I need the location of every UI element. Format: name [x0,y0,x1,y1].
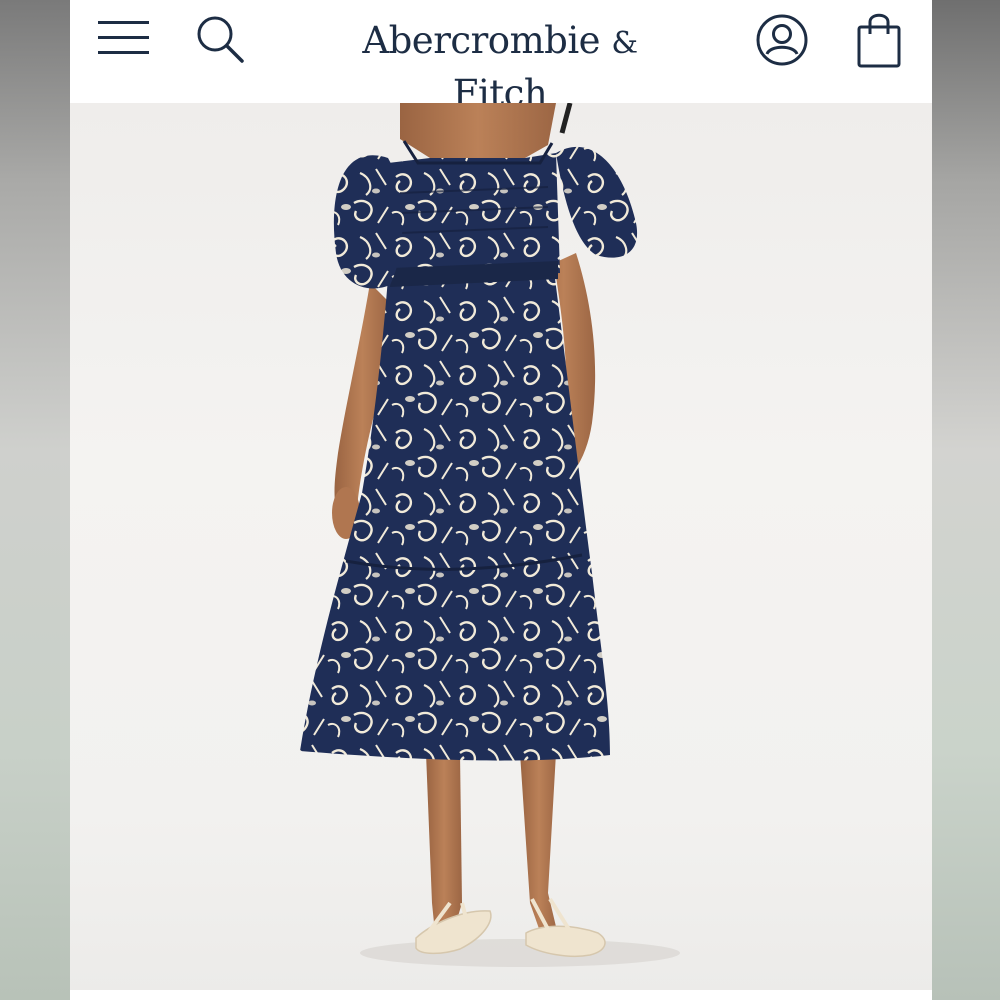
brand-logo[interactable]: Abercrombie & Fitch [310,16,690,115]
bottom-strip [70,990,932,1000]
shopping-bag-icon[interactable] [854,10,904,70]
brand-name: Abercrombie [362,19,601,62]
account-icon[interactable] [754,12,810,68]
product-image[interactable] [70,102,932,993]
app-screen: Abercrombie & Fitch [70,0,932,1000]
brand-ampersand: & [611,26,638,61]
product-photo-illustration [300,102,680,967]
search-icon[interactable] [194,13,246,65]
left-blur-backdrop [0,0,70,1000]
hamburger-menu-icon[interactable] [96,18,152,58]
site-header: Abercrombie & Fitch [70,0,932,115]
right-blur-backdrop [932,0,1000,1000]
